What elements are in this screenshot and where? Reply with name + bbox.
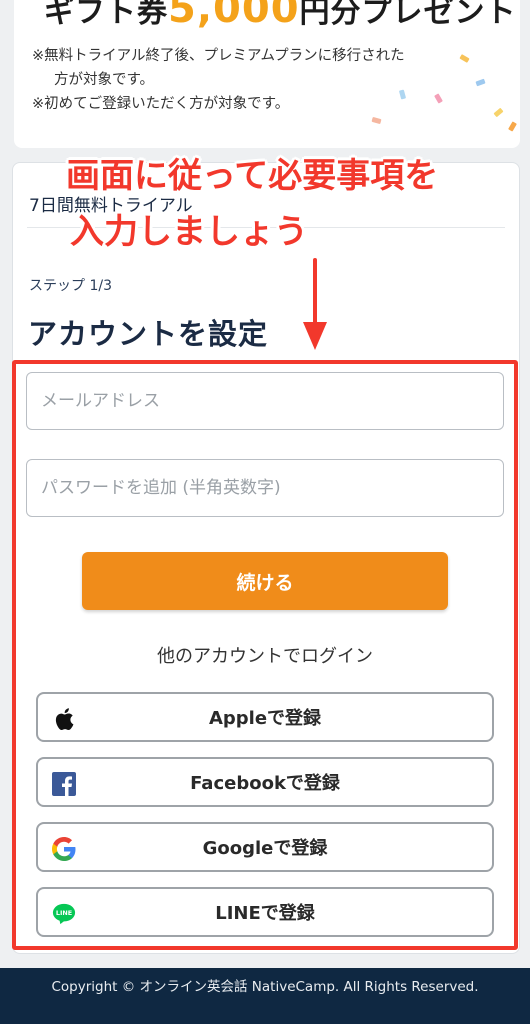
facebook-signup-button[interactable]: Facebookで登録 — [36, 757, 494, 807]
promo-notes: ※無料トライアル終了後、プレミアムプランに移行された 方が対象です。 ※初めてご… — [32, 44, 405, 116]
confetti-decoration — [371, 116, 382, 125]
apple-signup-label: Appleで登録 — [208, 708, 322, 729]
promo-headline-prefix: ギフト券 — [44, 0, 168, 30]
promo-note-1-cont: 方が対象です。 — [54, 72, 155, 88]
page-title: アカウントを設定 — [28, 317, 269, 351]
confetti-decoration — [508, 121, 517, 132]
facebook-signup-label: Facebookで登録 — [190, 773, 340, 794]
confetti-decoration — [493, 107, 504, 118]
annotation-line-1: 画面に従って必要事項を — [66, 156, 439, 196]
continue-button[interactable]: 続ける — [82, 552, 448, 610]
line-signup-button[interactable]: LINE LINEで登録 — [36, 887, 494, 937]
promo-headline: ギフト券5,000円分プレゼント！ — [44, 0, 520, 32]
promo-headline-suffix: 円分プレゼント！ — [299, 0, 520, 30]
line-signup-label: LINEで登録 — [215, 903, 315, 924]
google-signup-button[interactable]: Googleで登録 — [36, 822, 494, 872]
password-field[interactable] — [26, 459, 504, 517]
apple-icon — [52, 707, 76, 731]
confetti-decoration — [398, 89, 407, 100]
apple-signup-button[interactable]: Appleで登録 — [36, 692, 494, 742]
confetti-decoration — [459, 54, 470, 63]
promo-headline-amount: 5,000 — [168, 0, 300, 32]
other-login-label: 他のアカウントでログイン — [157, 646, 373, 667]
line-icon: LINE — [52, 902, 76, 926]
email-field[interactable] — [26, 372, 504, 430]
google-signup-label: Googleで登録 — [202, 838, 328, 859]
promo-note-1: ※無料トライアル終了後、プレミアムプランに移行された — [32, 48, 405, 64]
line-icon-text: LINE — [56, 909, 72, 917]
arrow-down-icon — [303, 258, 327, 350]
copyright-text: Copyright © オンライン英会話 NativeCamp. All Rig… — [51, 979, 479, 995]
promo-card: ギフト券5,000円分プレゼント！ ※無料トライアル終了後、プレミアムプランに移… — [14, 0, 520, 148]
annotation-line-2: 入力しましょう — [70, 212, 308, 252]
promo-note-2: ※初めてご登録いただく方が対象です。 — [32, 96, 290, 112]
annotation-text: 画面に従って必要事項を 入力しましょう — [66, 148, 438, 260]
confetti-decoration — [475, 78, 486, 87]
google-icon — [52, 837, 76, 861]
footer: Copyright © オンライン英会話 NativeCamp. All Rig… — [0, 968, 530, 1024]
step-indicator: ステップ 1/3 — [29, 278, 112, 294]
confetti-decoration — [434, 93, 443, 104]
facebook-icon — [52, 772, 76, 796]
